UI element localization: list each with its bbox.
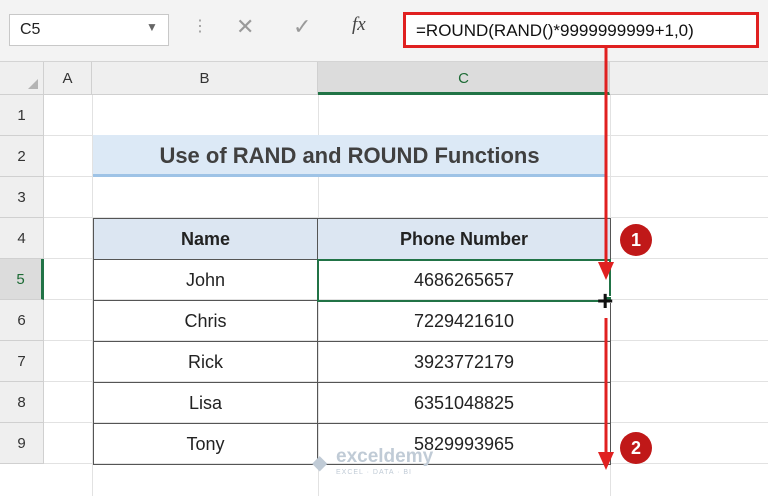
watermark-tagline: EXCEL · DATA · BI — [336, 469, 412, 476]
arrow-head-2 — [598, 452, 614, 470]
step-badge-2: 2 — [620, 432, 652, 464]
step-badge-1: 1 — [620, 224, 652, 256]
logo-icon: ◆ — [312, 452, 328, 474]
arrow-head-1 — [598, 262, 614, 280]
watermark-name: exceldemy — [336, 446, 434, 467]
annotation-arrows — [598, 48, 614, 470]
